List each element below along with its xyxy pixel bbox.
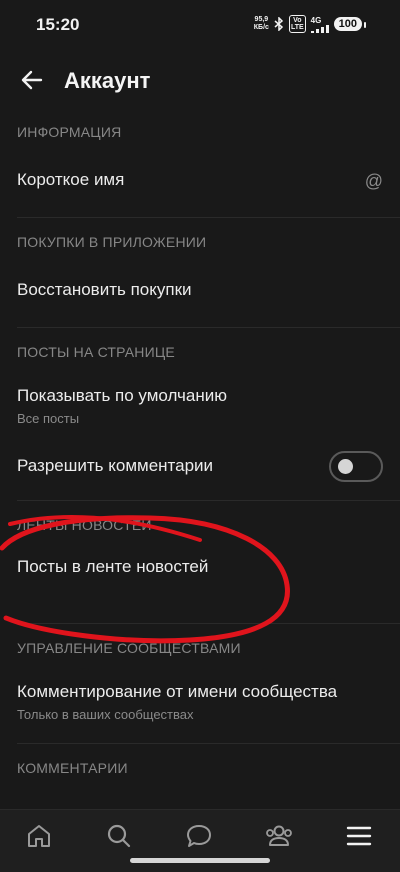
menu-icon bbox=[346, 826, 372, 846]
feed-posts-row[interactable]: Посты в ленте новостей bbox=[0, 547, 400, 623]
network-speed-value: 95,9 bbox=[254, 16, 269, 23]
status-time: 15:20 bbox=[36, 15, 80, 34]
allow-comments-toggle[interactable] bbox=[329, 451, 383, 482]
allow-comments-label: Разрешить комментарии bbox=[17, 456, 214, 475]
short-name-value: @ bbox=[364, 171, 383, 191]
nav-messages[interactable] bbox=[179, 816, 219, 856]
page-title: Аккаунт bbox=[64, 68, 151, 93]
comment-as-community-value: Только в ваших сообществах bbox=[17, 707, 194, 722]
app-header: Аккаунт bbox=[0, 52, 400, 108]
allow-comments-row[interactable]: Разрешить комментарии bbox=[0, 444, 400, 500]
back-button[interactable] bbox=[14, 62, 50, 98]
section-title-communities: УПРАВЛЕНИЕ СООБЩЕСТВАМИ bbox=[17, 640, 241, 656]
toggle-knob bbox=[338, 459, 353, 474]
settings-list[interactable]: ИНФОРМАЦИЯ Короткое имя @ ПОКУПКИ В ПРИЛ… bbox=[0, 108, 400, 809]
status-bar: 15:20 95,9 КБ/с Vo LTE 4G 100 bbox=[0, 0, 400, 52]
volte-top: Vo bbox=[293, 17, 302, 24]
nav-menu[interactable] bbox=[339, 816, 379, 856]
short-name-label: Короткое имя bbox=[17, 170, 125, 189]
volte-icon: Vo LTE bbox=[288, 15, 306, 33]
network-type: 4G bbox=[310, 15, 322, 25]
search-icon bbox=[107, 824, 131, 848]
status-icons: 95,9 КБ/с Vo LTE 4G 100 bbox=[254, 15, 367, 33]
battery-icon: 100 bbox=[333, 17, 367, 31]
default-posts-value: Все посты bbox=[17, 411, 80, 426]
nav-search[interactable] bbox=[99, 816, 139, 856]
cellular-group: 4G bbox=[310, 15, 329, 33]
section-title-wall-posts: ПОСТЫ НА СТРАНИЦЕ bbox=[17, 344, 175, 360]
home-indicator[interactable] bbox=[130, 858, 270, 863]
network-speed: 95,9 КБ/с bbox=[254, 16, 269, 32]
comment-as-community-label: Комментирование от имени сообщества bbox=[17, 682, 338, 701]
section-title-purchases: ПОКУПКИ В ПРИЛОЖЕНИИ bbox=[17, 234, 207, 250]
feed-posts-label: Посты в ленте новостей bbox=[17, 557, 209, 576]
section-title-comments: КОММЕНТАРИИ bbox=[17, 760, 128, 776]
home-icon bbox=[28, 825, 50, 847]
messages-icon bbox=[187, 825, 211, 847]
comment-as-community-row[interactable]: Комментирование от имени сообщества Толь… bbox=[0, 670, 400, 743]
volte-bottom: LTE bbox=[290, 24, 304, 31]
section-title-news-feeds: ЛЕНТЫ НОВОСТЕЙ bbox=[17, 517, 152, 533]
arrow-left-icon bbox=[21, 70, 43, 90]
friends-icon bbox=[266, 825, 292, 846]
short-name-row[interactable]: Короткое имя @ bbox=[0, 154, 400, 217]
bluetooth-icon bbox=[274, 17, 284, 31]
restore-purchases-label: Восстановить покупки bbox=[17, 280, 192, 299]
nav-home[interactable] bbox=[19, 816, 59, 856]
network-speed-unit: КБ/с bbox=[253, 24, 269, 31]
default-posts-label: Показывать по умолчанию bbox=[17, 386, 228, 405]
section-title-info: ИНФОРМАЦИЯ bbox=[17, 124, 122, 140]
nav-friends[interactable] bbox=[259, 816, 299, 856]
default-posts-row[interactable]: Показывать по умолчанию Все посты bbox=[0, 374, 400, 444]
restore-purchases-row[interactable]: Восстановить покупки bbox=[0, 264, 400, 327]
signal-icon bbox=[310, 24, 329, 33]
